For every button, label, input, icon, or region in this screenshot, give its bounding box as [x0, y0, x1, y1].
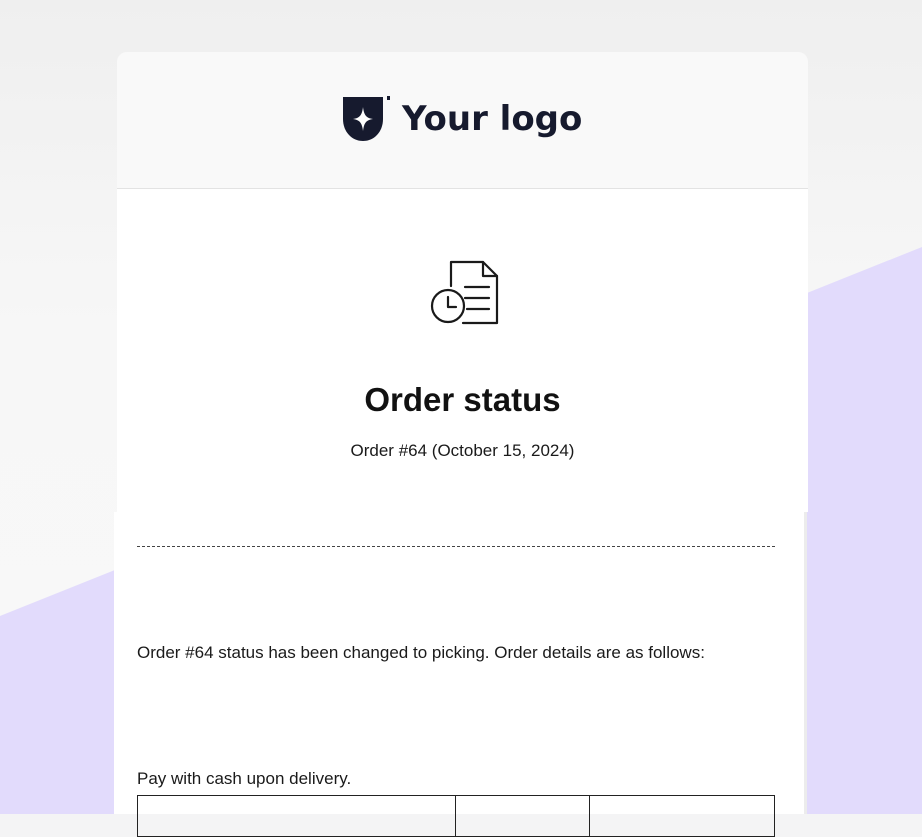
page-title: Order status [364, 381, 561, 418]
payment-note: Pay with cash upon delivery. [137, 769, 352, 788]
table-cell [589, 795, 775, 837]
table-cell [455, 795, 590, 837]
table-row [137, 795, 775, 837]
brand-logo[interactable]: Your logo [340, 94, 582, 144]
order-details-table [137, 795, 775, 837]
dashed-divider [137, 546, 775, 547]
logo-text: Your logo [402, 99, 583, 139]
title-section: Order status Order #64 (October 15, 2024… [117, 189, 808, 512]
order-subtitle: Order #64 (October 15, 2024) [350, 441, 575, 460]
table-cell [137, 795, 456, 837]
email-header: Your logo [117, 52, 808, 189]
shield-sparkle-icon [343, 96, 390, 141]
document-clock-icon [430, 260, 499, 325]
email-body: Order #64 status has been changed to pic… [114, 512, 804, 837]
status-message: Order #64 status has been changed to pic… [137, 643, 705, 662]
